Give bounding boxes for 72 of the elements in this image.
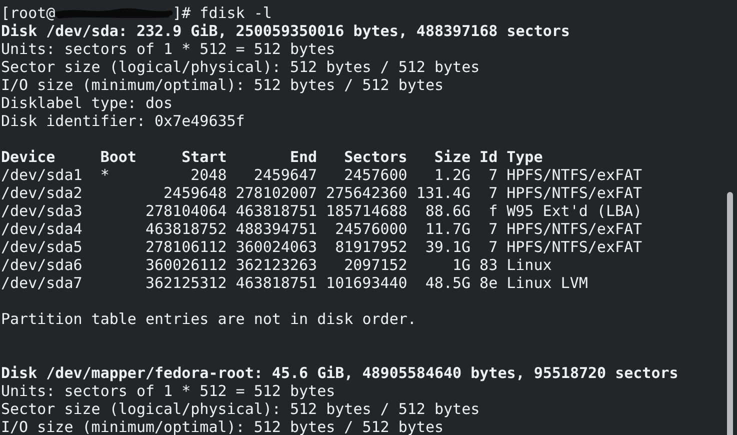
column-header: Device — [1, 148, 56, 166]
table-cell: 7 — [488, 220, 498, 238]
column-header: Size — [434, 148, 471, 166]
table-cell: /dev/sda5 — [1, 238, 82, 256]
output-heading: Disk /dev/sda: 232.9 GiB, 250059350016 bytes, 488397168 sectors — [1, 22, 570, 40]
table-cell: /dev/sda2 — [1, 184, 82, 202]
table-cell: 1.2G — [434, 166, 471, 184]
table-cell: /dev/sda7 — [1, 274, 82, 292]
output-line: I/O size (minimum/optimal): 512 bytes / 512 bytes — [1, 418, 444, 435]
table-cell: 2097152 — [344, 256, 408, 274]
output-line: I/O size (minimum/optimal): 512 bytes / 512 bytes — [1, 76, 444, 94]
table-cell: 11.7G — [425, 220, 471, 238]
table-cell: 7 — [488, 166, 498, 184]
table-cell: HPFS/NTFS/exFAT — [506, 220, 642, 238]
column-header: Boot — [100, 148, 136, 166]
table-cell: /dev/sda1 — [1, 166, 82, 184]
table-cell: 8e — [480, 274, 498, 292]
output-line: Units: sectors of 1 * 512 = 512 bytes — [1, 40, 336, 58]
output-line: Sector size (logical/physical): 512 bytes / 512 bytes — [1, 58, 480, 76]
table-cell: 48.5G — [425, 274, 471, 292]
table-cell: 278102007 — [236, 184, 318, 202]
table-cell: 101693440 — [326, 274, 408, 292]
command-text: ]# fdisk -l — [172, 4, 272, 22]
output-line: Disklabel type: dos — [1, 94, 173, 112]
column-header: End — [290, 148, 318, 166]
output-line: Sector size (logical/physical): 512 bytes / 512 bytes — [1, 400, 480, 418]
table-cell: 362123263 — [236, 256, 318, 274]
column-header: Type — [506, 148, 543, 166]
table-cell: 275642360 — [326, 184, 408, 202]
table-cell: /dev/sda4 — [1, 220, 82, 238]
column-header: Start — [182, 148, 227, 166]
scrollbar-thumb[interactable] — [727, 192, 733, 435]
column-header: Sectors — [344, 148, 408, 166]
table-cell: 2459647 — [254, 166, 318, 184]
table-cell: 360024063 — [236, 238, 318, 256]
table-cell: 278106112 — [145, 238, 227, 256]
table-cell: /dev/sda6 — [1, 256, 82, 274]
table-cell: 83 — [480, 256, 498, 274]
prompt-text: [root@ — [1, 4, 56, 22]
table-cell: 24576000 — [335, 220, 408, 238]
table-cell: 131.4G — [416, 184, 471, 202]
table-cell: 7 — [488, 184, 498, 202]
table-cell: 81917952 — [335, 238, 408, 256]
table-cell: 488394751 — [236, 220, 318, 238]
table-cell: HPFS/NTFS/exFAT — [506, 184, 642, 202]
table-cell: HPFS/NTFS/exFAT — [506, 166, 642, 184]
table-cell: 463818751 — [236, 274, 318, 292]
output-line: Partition table entries are not in disk order. — [1, 310, 416, 328]
table-cell: Linux LVM — [506, 274, 588, 292]
table-cell: 278104064 — [145, 202, 227, 220]
table-cell: 2048 — [190, 166, 227, 184]
table-cell: 463818752 — [145, 220, 227, 238]
table-cell: W95 Ext'd (LBA) — [506, 202, 642, 220]
table-cell: 88.6G — [425, 202, 471, 220]
table-cell: 362125312 — [145, 274, 227, 292]
table-cell: f — [488, 202, 498, 220]
table-cell: 185714688 — [326, 202, 408, 220]
output-heading: Disk /dev/mapper/fedora-root: 45.6 GiB, 48905584640 bytes, 95518720 sectors — [1, 364, 678, 382]
table-cell: 463818751 — [236, 202, 318, 220]
output-line: Units: sectors of 1 * 512 = 512 bytes — [1, 382, 336, 400]
table-cell: 1G — [452, 256, 471, 274]
output-line: Disk identifier: 0x7e49635f — [1, 112, 245, 130]
table-cell: Linux — [506, 256, 552, 274]
table-cell: 2459648 — [164, 184, 227, 202]
table-cell: 2457600 — [344, 166, 408, 184]
table-cell: 39.1G — [425, 238, 471, 256]
table-cell: * — [100, 166, 110, 184]
table-cell: 7 — [488, 238, 498, 256]
table-cell: 360026112 — [145, 256, 227, 274]
table-cell: /dev/sda3 — [1, 202, 82, 220]
column-header: Id — [480, 148, 498, 166]
table-cell: HPFS/NTFS/exFAT — [506, 238, 642, 256]
